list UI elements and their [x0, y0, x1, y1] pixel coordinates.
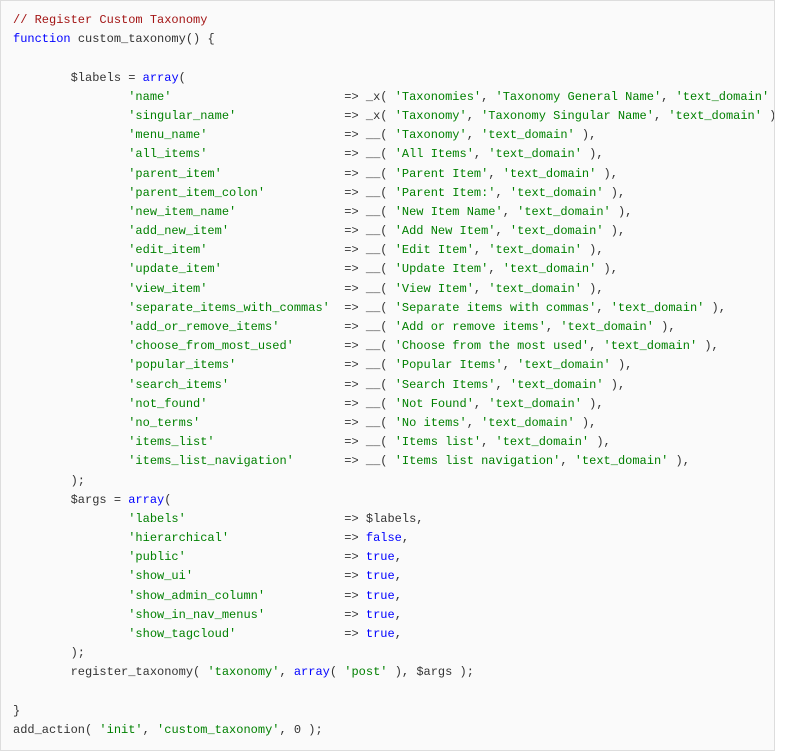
code-block: // Register Custom Taxonomy function cus…: [0, 0, 775, 751]
